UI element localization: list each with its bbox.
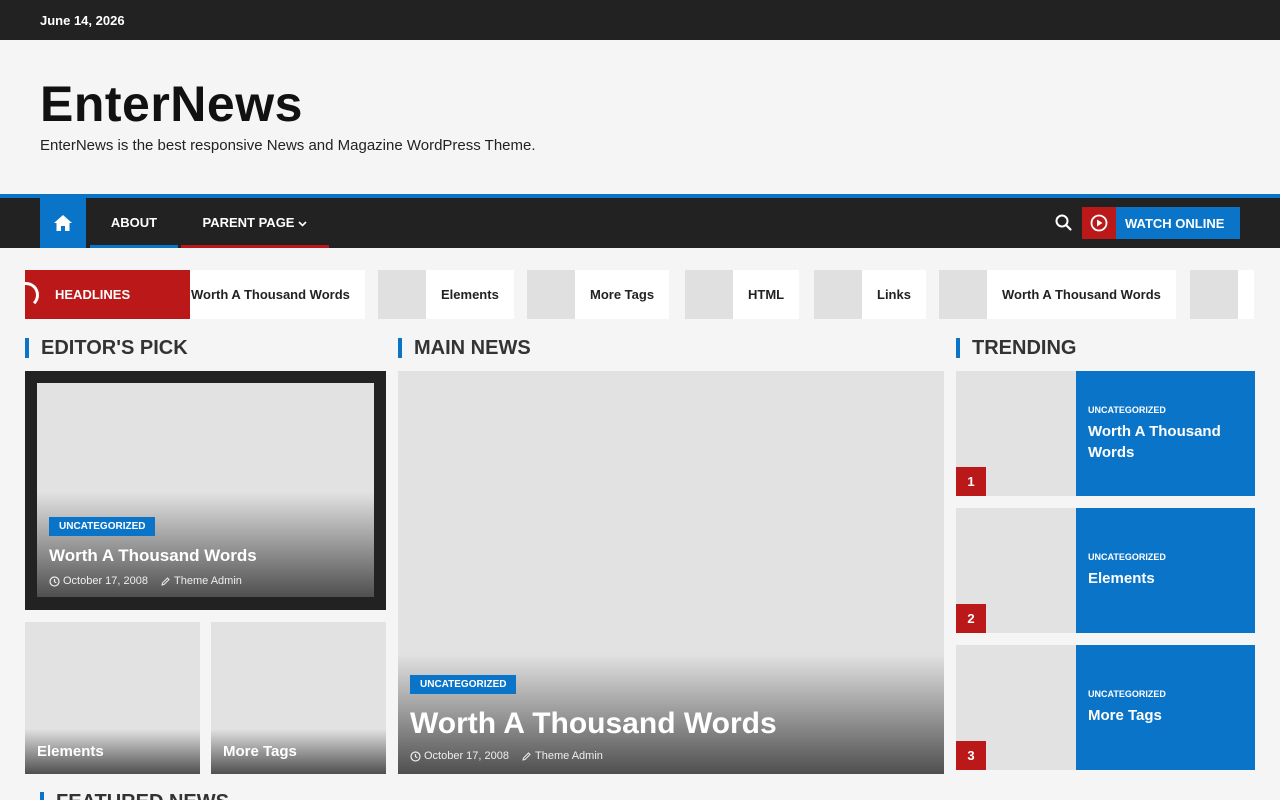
- chevron-down-icon: [298, 200, 308, 250]
- trending-rank: 3: [956, 741, 986, 770]
- post-date: October 17, 2008: [410, 750, 509, 762]
- post-date-text: October 17, 2008: [424, 750, 510, 762]
- post-meta: October 17, 2008 Theme Admin: [49, 575, 257, 587]
- post-date: October 17, 2008: [49, 575, 148, 587]
- post-author-text: Theme Admin: [535, 750, 603, 762]
- pencil-icon: [161, 576, 170, 586]
- post-title[interactable]: Worth A Thousand Words: [49, 546, 257, 566]
- trending-item[interactable]: 1 UNCATEGORIZED Worth A Thousand Words: [956, 371, 1255, 496]
- trending-rank: 1: [956, 467, 986, 496]
- headlines-label-text: HEADLINES: [55, 287, 131, 302]
- ticker-item-title: More Tags: [590, 287, 655, 302]
- top-bar: June 14, 2026: [0, 0, 1280, 40]
- headlines-ticker: HEADLINES Worth A Thousand Words Element…: [25, 270, 1254, 319]
- home-icon: [54, 215, 72, 231]
- site-description: EnterNews is the best responsive News an…: [40, 137, 536, 154]
- post-title[interactable]: More Tags: [223, 743, 297, 760]
- section-title-editors-pick: EDITOR'S PICK: [25, 338, 188, 358]
- editors-pick-featured-card[interactable]: UNCATEGORIZED Worth A Thousand Words Oct…: [25, 371, 386, 610]
- ticker-thumbnail: [527, 270, 575, 319]
- site-title[interactable]: EnterNews: [40, 76, 303, 132]
- ticker-item[interactable]: Worth A Thousand Words: [168, 270, 365, 319]
- editors-pick-card[interactable]: More Tags: [211, 622, 386, 774]
- clock-icon: [49, 575, 60, 587]
- ticker-item-title: Worth A Thousand Words: [191, 287, 350, 302]
- ticker-item[interactable]: Elements: [378, 270, 514, 319]
- post-title[interactable]: Elements: [1088, 568, 1243, 589]
- post-thumbnail: UNCATEGORIZED Worth A Thousand Words Oct…: [37, 383, 374, 597]
- site-branding: EnterNews EnterNews is the best responsi…: [0, 40, 1280, 194]
- ticker-item[interactable]: Links: [814, 270, 926, 319]
- headlines-label: HEADLINES: [25, 270, 190, 319]
- post-title[interactable]: Elements: [37, 743, 104, 760]
- category-label[interactable]: UNCATEGORIZED: [1088, 405, 1243, 415]
- trending-item[interactable]: 2 UNCATEGORIZED Elements: [956, 508, 1255, 633]
- ticker-item[interactable]: Worth A Thousand Words: [939, 270, 1176, 319]
- category-label[interactable]: UNCATEGORIZED: [1088, 552, 1243, 562]
- clock-icon: [410, 750, 421, 762]
- post-author[interactable]: Theme Admin: [521, 750, 603, 762]
- ticker-item-title: HTML: [748, 287, 785, 302]
- ticker-item-title: Worth A Thousand Words: [1002, 287, 1161, 302]
- live-indicator-icon: [25, 282, 39, 308]
- home-button[interactable]: [40, 198, 86, 248]
- current-date: June 14, 2026: [40, 13, 125, 28]
- nav-item-about[interactable]: ABOUT: [90, 198, 178, 248]
- play-icon: [1082, 207, 1116, 239]
- category-badge[interactable]: UNCATEGORIZED: [410, 675, 517, 694]
- post-author-text: Theme Admin: [174, 575, 242, 587]
- section-title-featured-news: FEATURED NEWS: [40, 792, 229, 800]
- watch-online-label: WATCH ONLINE: [1125, 215, 1225, 231]
- ticker-thumbnail: [939, 270, 987, 319]
- trending-item[interactable]: 3 UNCATEGORIZED More Tags: [956, 645, 1255, 770]
- ticker-item[interactable]: More Tags: [527, 270, 670, 319]
- pencil-icon: [522, 751, 531, 761]
- ticker-item[interactable]: HTML: [685, 270, 800, 319]
- category-label[interactable]: UNCATEGORIZED: [1088, 689, 1243, 699]
- editors-pick-card[interactable]: Elements: [25, 622, 200, 774]
- search-button[interactable]: [1054, 213, 1074, 233]
- ticker-thumbnail: [685, 270, 733, 319]
- ticker-thumbnail: [1190, 270, 1238, 319]
- nav-item-label: PARENT PAGE: [202, 215, 295, 230]
- post-title[interactable]: Worth A Thousand Words: [410, 706, 777, 742]
- post-title[interactable]: Worth A Thousand Words: [1088, 421, 1243, 463]
- ticker-item-title: Elements: [441, 287, 499, 302]
- post-title[interactable]: More Tags: [1088, 705, 1243, 726]
- watch-online-button[interactable]: WATCH ONLINE: [1082, 207, 1240, 239]
- trending-rank: 2: [956, 604, 986, 633]
- main-navigation: ABOUT PARENT PAGE WATCH ONLINE: [0, 194, 1280, 248]
- category-badge[interactable]: UNCATEGORIZED: [49, 517, 156, 536]
- ticker-thumbnail: [378, 270, 426, 319]
- search-icon: [1055, 214, 1072, 231]
- ticker-item[interactable]: [1190, 270, 1254, 319]
- post-author[interactable]: Theme Admin: [160, 575, 242, 587]
- ticker-thumbnail: [814, 270, 862, 319]
- main-news-card[interactable]: UNCATEGORIZED Worth A Thousand Words Oct…: [398, 371, 944, 774]
- nav-item-parent-page[interactable]: PARENT PAGE: [181, 198, 329, 248]
- section-title-trending: TRENDING: [956, 338, 1076, 358]
- ticker-item-title: Links: [877, 287, 911, 302]
- post-date-text: October 17, 2008: [63, 575, 149, 587]
- section-title-main-news: MAIN NEWS: [398, 338, 531, 358]
- post-meta: October 17, 2008 Theme Admin: [410, 750, 777, 762]
